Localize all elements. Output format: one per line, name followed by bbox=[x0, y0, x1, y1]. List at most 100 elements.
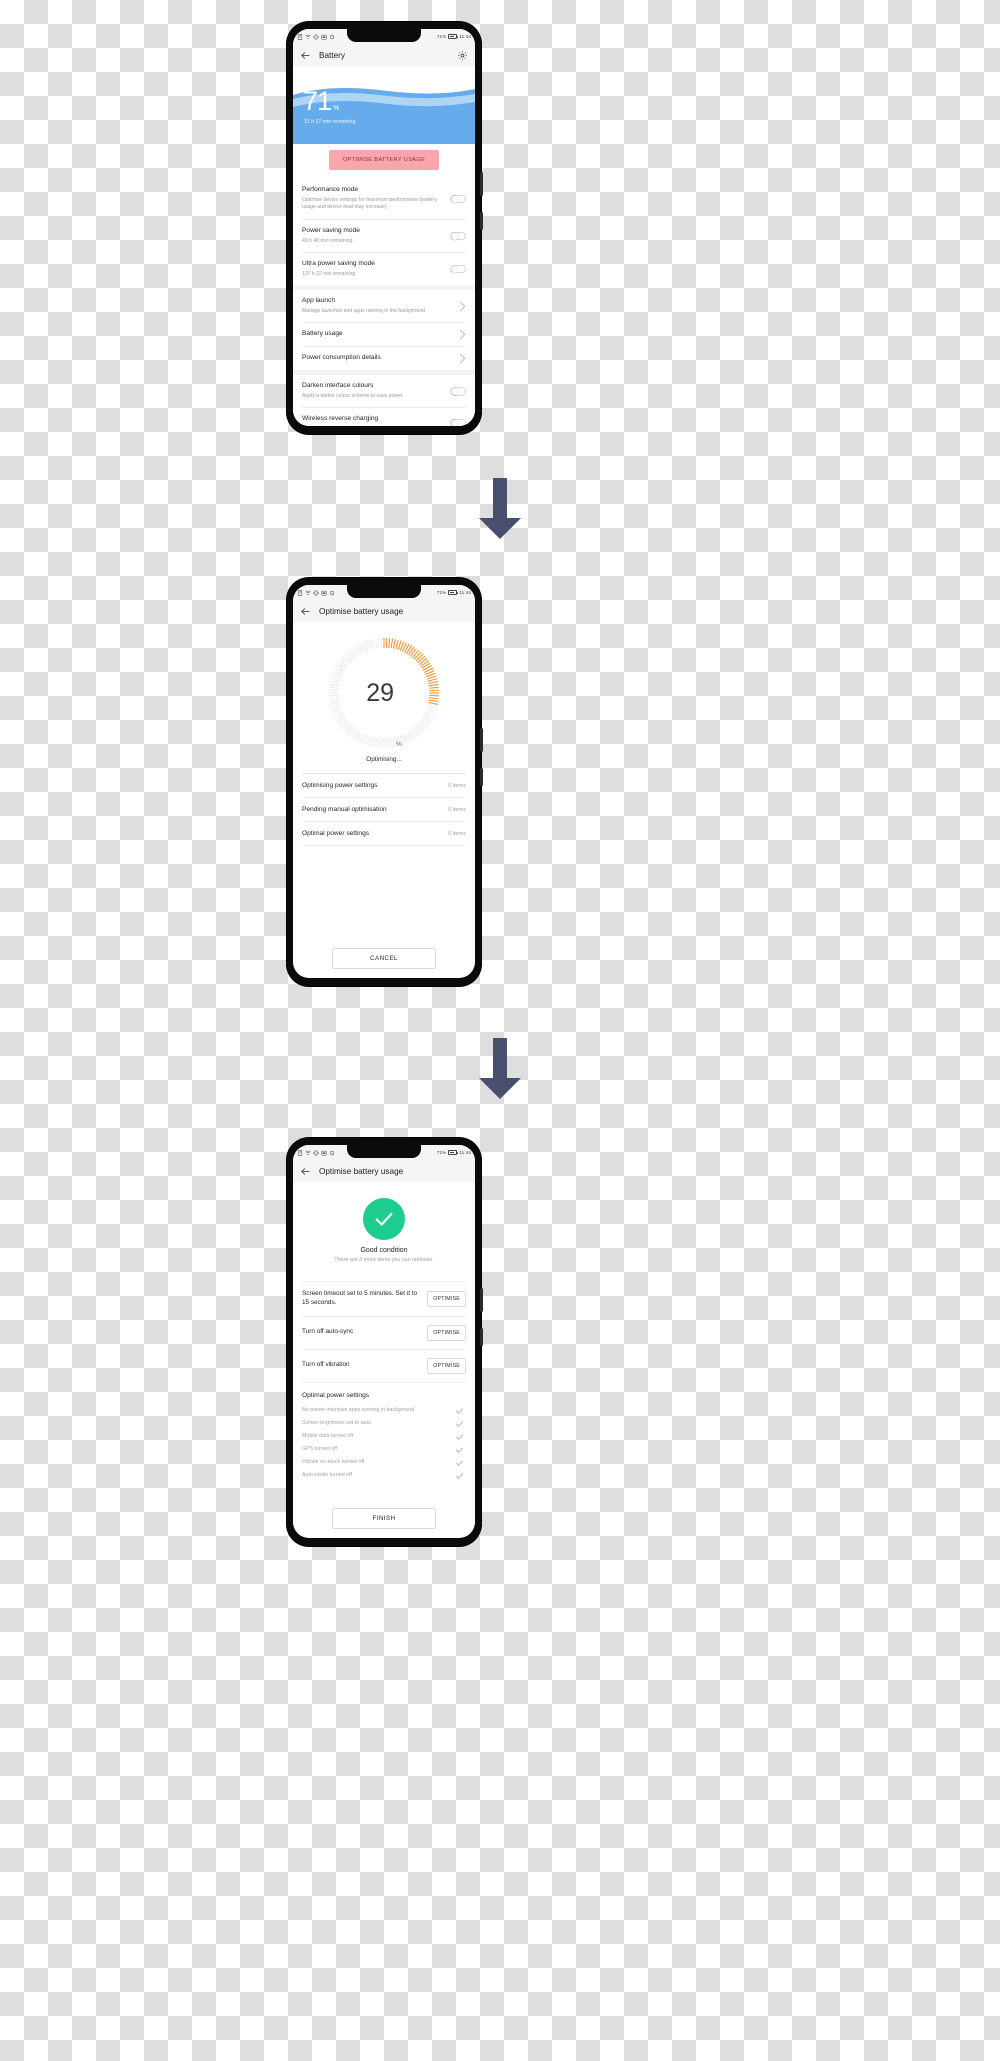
document-icon bbox=[297, 1149, 303, 1156]
check-icon bbox=[455, 1470, 464, 1479]
phone-screen-1: 71% 11:44 Battery 71 % 31 h 37 min remai… bbox=[293, 29, 475, 427]
row-label: App launch bbox=[302, 297, 335, 305]
row-label: Performance mode bbox=[302, 186, 359, 193]
g-network-icon bbox=[329, 34, 335, 40]
power-button[interactable] bbox=[480, 1288, 483, 1312]
phone-screen-2: 71% 11:44 Optimise battery usage 29 % Op… bbox=[293, 585, 475, 978]
list-item: Optimal power settings 0 items bbox=[302, 821, 466, 846]
back-arrow-icon[interactable] bbox=[300, 1166, 311, 1177]
app-bar-3: Optimise battery usage bbox=[293, 1160, 475, 1182]
wifi-icon bbox=[305, 1150, 311, 1156]
status-icons-left bbox=[297, 33, 335, 40]
row-wireless-reverse-charging[interactable]: Wireless reverse charging bbox=[302, 408, 466, 427]
item-value: 0 items bbox=[447, 830, 466, 837]
phone-mockup-optimising: 71% 11:44 Optimise battery usage 29 % Op… bbox=[287, 578, 483, 986]
settings-list-3: Darken interface colours Apply a darker … bbox=[293, 375, 475, 427]
optimal-item-text: Screen brightness set to auto bbox=[302, 1420, 371, 1427]
status-icons-left bbox=[297, 589, 335, 596]
battery-hero: 71 % 31 h 37 min remaining bbox=[293, 66, 475, 144]
document-icon bbox=[297, 589, 303, 596]
status-bar: 71% 11:44 bbox=[293, 1145, 475, 1160]
down-arrow-1 bbox=[478, 478, 522, 540]
row-sublabel: 137 h 22 min remaining bbox=[302, 270, 356, 277]
row-ultra-power-saving-mode[interactable]: Ultra power saving mode 137 h 22 min rem… bbox=[302, 253, 466, 285]
wifi-icon bbox=[305, 590, 311, 596]
optimal-item-text: GPS turned off bbox=[302, 1446, 337, 1453]
item-label: Optimal power settings bbox=[302, 830, 370, 837]
row-power-consumption-details[interactable]: Power consumption details bbox=[302, 347, 466, 370]
page-title: Optimise battery usage bbox=[319, 1166, 404, 1176]
item-value: 0 items bbox=[447, 806, 466, 813]
row-sublabel: Manage launches and apps running in the … bbox=[302, 308, 425, 315]
row-performance-mode[interactable]: Performance mode Optimise device setting… bbox=[302, 179, 466, 220]
bottom-action-bar: CANCEL bbox=[293, 948, 475, 969]
status-icons-right: 71% 11:44 bbox=[437, 1150, 471, 1155]
optimise-button-vibration[interactable]: OPTIMISE bbox=[427, 1357, 466, 1374]
check-icon bbox=[455, 1431, 464, 1440]
check-icon bbox=[455, 1444, 464, 1453]
row-sublabel: Apply a darker colour scheme to save pow… bbox=[302, 393, 403, 400]
progress-dial: 29 % bbox=[325, 634, 443, 752]
performance-mode-toggle[interactable] bbox=[450, 194, 466, 204]
row-app-launch[interactable]: App launch Manage launches and apps runn… bbox=[302, 290, 466, 324]
item-label: Optimising power settings bbox=[302, 782, 378, 789]
calendar-icon bbox=[321, 34, 327, 40]
optimise-button-auto-sync[interactable]: OPTIMISE bbox=[427, 1324, 466, 1341]
power-button[interactable] bbox=[480, 172, 483, 196]
optimise-button-screen-timeout[interactable]: OPTIMISE bbox=[427, 1290, 466, 1307]
optimise-battery-usage-button[interactable]: OPTIMISE BATTERY USAGE bbox=[328, 150, 440, 170]
power-button[interactable] bbox=[480, 728, 483, 752]
row-power-saving-mode[interactable]: Power saving mode 49 h 48 min remaining bbox=[302, 220, 466, 253]
finish-button[interactable]: FINISH bbox=[332, 1508, 436, 1529]
suggestion-text: Turn off vibration bbox=[302, 1361, 350, 1369]
power-saving-mode-toggle[interactable] bbox=[450, 231, 466, 241]
row-label: Battery usage bbox=[302, 330, 343, 338]
battery-percent-text: 71% bbox=[436, 590, 447, 595]
chevron-right-icon bbox=[455, 301, 466, 312]
back-arrow-icon[interactable] bbox=[300, 50, 311, 61]
row-sublabel: Optimise device settings for maximum per… bbox=[302, 196, 437, 211]
vibrate-icon bbox=[313, 34, 319, 40]
volume-button[interactable] bbox=[480, 768, 483, 786]
optimal-item: Vibrate on touch turned off bbox=[302, 1456, 466, 1469]
percent-symbol: % bbox=[333, 105, 340, 112]
suggestion-row-screen-timeout: Screen timeout set to 5 minutes. Set it … bbox=[302, 1281, 466, 1317]
clock-text: 11:44 bbox=[459, 1150, 471, 1155]
check-icon bbox=[455, 1457, 464, 1466]
ultra-power-saving-mode-toggle[interactable] bbox=[450, 264, 466, 274]
optimising-status-text: Optimising... bbox=[366, 756, 402, 763]
row-label: Ultra power saving mode bbox=[302, 259, 375, 267]
cancel-button[interactable]: CANCEL bbox=[332, 948, 436, 969]
optimal-item-text: Vibrate on touch turned off bbox=[302, 1459, 365, 1466]
chevron-right-icon bbox=[455, 353, 466, 364]
item-value: 0 items bbox=[447, 782, 466, 789]
row-label: Power saving mode bbox=[302, 226, 360, 234]
status-bar: 71% 11:44 bbox=[293, 585, 475, 600]
volume-button[interactable] bbox=[480, 1328, 483, 1346]
darken-interface-toggle[interactable] bbox=[450, 387, 466, 396]
volume-button[interactable] bbox=[480, 212, 483, 230]
battery-percent-text: 71% bbox=[436, 34, 447, 39]
optimal-item: Screen brightness set to auto bbox=[302, 1417, 466, 1430]
optimal-item: No power-intensive apps running in backg… bbox=[302, 1404, 466, 1417]
chevron-right-icon bbox=[455, 329, 466, 340]
list-item: Pending manual optimisation 0 items bbox=[302, 797, 466, 821]
suggestions-list: Screen timeout set to 5 minutes. Set it … bbox=[293, 1281, 475, 1383]
clock-text: 11:44 bbox=[459, 34, 471, 39]
result-subtitle: There are 3 more items you can optimise. bbox=[334, 1257, 434, 1263]
suggestion-row-vibration: Turn off vibration OPTIMISE bbox=[302, 1350, 466, 1383]
row-darken-interface-colours[interactable]: Darken interface colours Apply a darker … bbox=[302, 375, 466, 409]
gear-icon[interactable] bbox=[457, 50, 468, 61]
page-title: Battery bbox=[319, 50, 345, 60]
row-battery-usage[interactable]: Battery usage bbox=[302, 323, 466, 348]
dial-percent-symbol: % bbox=[396, 741, 402, 748]
phone-mockup-result: 71% 11:44 Optimise battery usage Good co… bbox=[287, 1138, 483, 1546]
display-notch bbox=[347, 585, 421, 598]
wireless-reverse-charging-toggle[interactable] bbox=[450, 418, 466, 427]
check-icon bbox=[455, 1418, 464, 1427]
back-arrow-icon[interactable] bbox=[300, 606, 311, 617]
vibrate-icon bbox=[313, 1150, 319, 1156]
optimal-item: Auto-rotate turned off bbox=[302, 1469, 466, 1482]
suggestion-row-auto-sync: Turn off auto-sync OPTIMISE bbox=[302, 1317, 466, 1350]
optimal-item: Mobile data turned off bbox=[302, 1430, 466, 1443]
